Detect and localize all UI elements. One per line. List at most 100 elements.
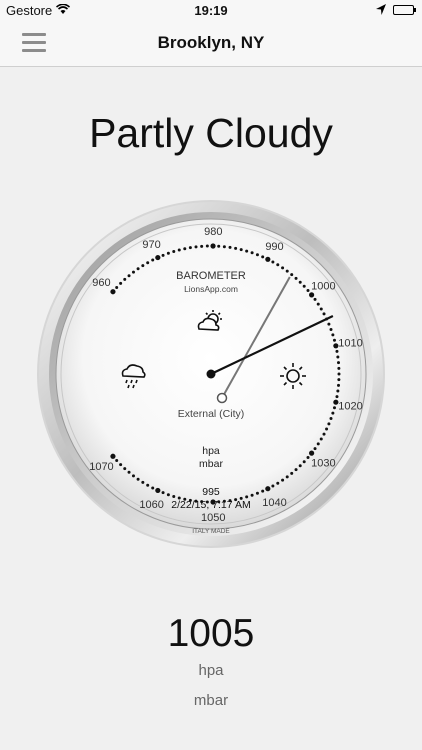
scale-tick <box>337 372 341 376</box>
scale-tick <box>281 478 285 482</box>
scale-tick <box>276 263 280 267</box>
scale-label: 1030 <box>311 457 335 469</box>
scale-label: 1050 <box>201 512 225 524</box>
scale-tick <box>151 258 155 262</box>
scale-label: 960 <box>92 277 110 289</box>
scale-tick <box>336 355 340 359</box>
scale-tick <box>325 427 329 431</box>
gauge-brand: BAROMETER <box>176 270 246 282</box>
scale-tick <box>183 247 187 251</box>
scale-label: 1020 <box>338 401 362 413</box>
scale-tick <box>322 312 326 316</box>
scale-tick <box>123 467 127 471</box>
gauge-made-label: ITALY MADE <box>192 528 230 535</box>
scale-tick <box>309 450 315 456</box>
scale-tick <box>110 289 116 295</box>
scale-tick <box>161 253 165 257</box>
scale-tick <box>261 489 265 493</box>
scale-label: 980 <box>204 226 222 238</box>
scale-tick <box>265 256 271 262</box>
scale-tick <box>250 493 254 497</box>
scale-tick <box>131 270 135 274</box>
scale-tick <box>294 276 298 280</box>
scale-tick <box>245 249 249 253</box>
needle-hub <box>206 369 216 379</box>
scale-tick <box>265 486 271 492</box>
scale-tick <box>110 453 116 459</box>
scale-tick <box>329 327 333 331</box>
scale-tick <box>210 243 216 249</box>
scale-tick <box>172 250 176 254</box>
scale-label: 1010 <box>338 338 362 350</box>
scale-tick <box>313 297 317 301</box>
nav-bar: Brooklyn, NY <box>0 22 422 67</box>
scale-tick <box>337 366 341 370</box>
battery-icon <box>393 5 416 15</box>
scale-label: 970 <box>142 239 160 251</box>
scale-tick <box>281 266 285 270</box>
gauge-reference-value: 995 <box>202 486 220 498</box>
scale-tick <box>127 470 131 474</box>
scale-tick <box>332 406 336 410</box>
weather-condition: Partly Cloudy <box>89 110 333 156</box>
scale-tick <box>335 349 339 353</box>
scale-tick <box>200 244 204 248</box>
scale-tick <box>313 447 317 451</box>
scale-tick <box>155 487 161 494</box>
scale-tick <box>245 495 249 499</box>
scale-tick <box>276 481 280 485</box>
scale-tick <box>290 273 294 277</box>
scale-tick <box>319 437 323 441</box>
scale-tick <box>123 277 127 281</box>
scale-tick <box>115 459 119 463</box>
pressure-unit-mbar: mbar <box>193 692 229 709</box>
gauge-unit-mbar: mbar <box>199 458 223 470</box>
scale-tick <box>294 468 298 472</box>
scale-tick <box>309 292 315 298</box>
scale-tick <box>337 378 341 382</box>
scale-tick <box>298 280 302 284</box>
scale-label: 1070 <box>89 461 113 473</box>
scale-tick <box>306 456 310 460</box>
scale-tick <box>234 246 238 250</box>
scale-tick <box>119 463 123 467</box>
scale-tick <box>316 442 320 446</box>
pressure-unit-hpa: hpa <box>198 662 224 679</box>
status-time: 19:19 <box>194 3 228 18</box>
pressure-value: 1005 <box>167 612 255 655</box>
gauge-unit-hpa: hpa <box>202 445 220 457</box>
scale-tick <box>335 395 339 399</box>
scale-tick <box>131 474 135 478</box>
scale-tick <box>255 253 259 257</box>
scale-tick <box>302 284 306 288</box>
scale-tick <box>337 361 340 365</box>
scale-tick <box>146 483 150 487</box>
scale-tick <box>127 274 131 278</box>
scale-tick <box>319 307 323 311</box>
scale-tick <box>302 460 306 464</box>
reference-needle-hub <box>216 392 228 404</box>
scale-tick <box>146 261 150 265</box>
scale-tick <box>327 422 331 426</box>
scale-tick <box>119 281 123 285</box>
scale-tick <box>332 338 336 342</box>
gauge-source: External (City) <box>178 408 245 420</box>
scale-tick <box>306 288 310 292</box>
scale-tick <box>329 417 333 421</box>
gauge-reference-time: 2/22/15, 7:17 AM <box>171 499 250 511</box>
scale-tick <box>327 322 331 326</box>
scale-tick <box>194 245 198 249</box>
scale-tick <box>222 245 226 249</box>
scale-tick <box>161 491 165 495</box>
location-arrow-icon <box>376 3 386 18</box>
scale-tick <box>166 251 170 255</box>
scale-tick <box>177 248 181 252</box>
scale-tick <box>322 432 326 436</box>
scale-tick <box>261 255 265 259</box>
scale-tick <box>336 389 340 393</box>
scale-tick <box>166 493 170 497</box>
scale-tick <box>151 486 155 490</box>
scale-tick <box>271 260 275 264</box>
scale-tick <box>316 302 320 306</box>
scale-tick <box>331 411 335 415</box>
